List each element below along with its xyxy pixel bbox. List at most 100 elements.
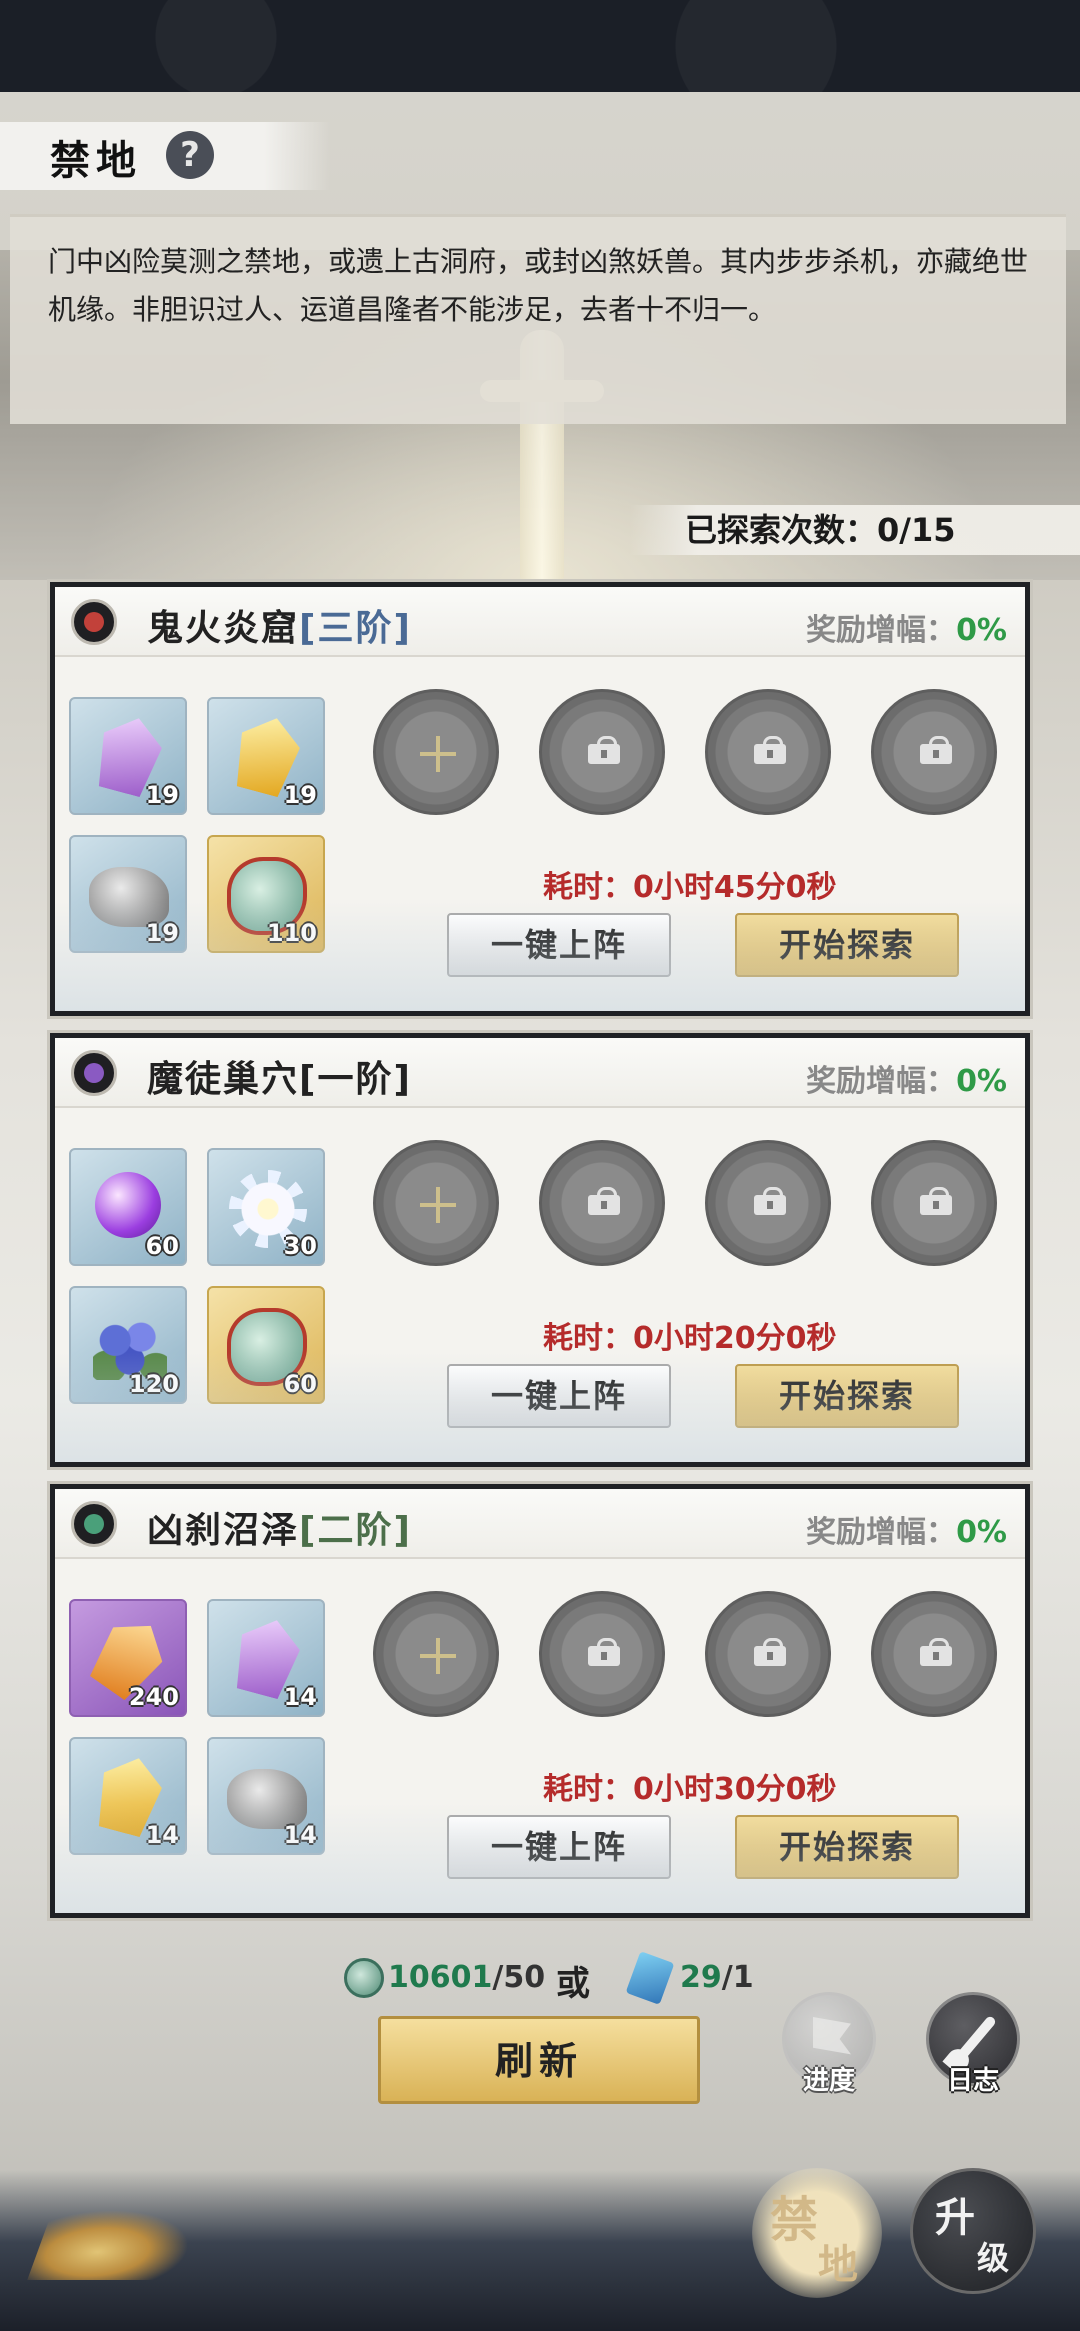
jade-pendant-icon[interactable]: 110 — [207, 835, 325, 953]
reward-count: 30 — [283, 1232, 317, 1260]
bonus-label: 奖励增幅： — [806, 1064, 957, 1099]
token-need: /1 — [721, 1960, 754, 1995]
description-text: 门中凶险莫测之禁地，或遗上古洞府，或封凶煞妖兽。其内步步杀机，亦藏绝世机缘。非胆… — [48, 245, 1029, 326]
tab-char: 级 — [977, 2239, 1010, 2277]
stone-ore-icon[interactable]: 14 — [207, 1737, 325, 1855]
progress-label: 进度 — [802, 2066, 855, 2096]
hero-slots — [373, 1591, 1013, 1721]
dungeon-name: 凶刹沼泽[二阶] — [147, 1501, 412, 1553]
token-have: 29 — [680, 1960, 722, 1995]
purple-orb-icon[interactable]: 60 — [69, 1148, 187, 1266]
purple-crystal-icon[interactable]: 19 — [69, 697, 187, 815]
hero-slots — [373, 689, 1013, 819]
forbidden-land-tab[interactable]: 禁 地 — [752, 2168, 882, 2298]
upgrade-tab[interactable]: 升 级 — [910, 2168, 1036, 2294]
reward-count: 240 — [128, 1683, 179, 1711]
add-slot[interactable] — [373, 1140, 499, 1266]
jade-have: 10601 — [388, 1960, 493, 1995]
purple-crystal-icon[interactable]: 14 — [207, 1599, 325, 1717]
lock-icon — [920, 1187, 952, 1215]
tab-char: 升 — [935, 2195, 975, 2241]
refresh-button[interactable]: 刷新 — [378, 2016, 700, 2104]
locked-slot[interactable] — [705, 1140, 831, 1266]
fire-crystal-icon[interactable]: 14 — [69, 1737, 187, 1855]
locked-slot[interactable] — [539, 689, 665, 815]
amber-crystal-icon[interactable]: 240 — [69, 1599, 187, 1717]
top-status-bar — [0, 0, 1080, 92]
jade-need: /50 — [492, 1960, 546, 1995]
locked-slot[interactable] — [871, 1591, 997, 1717]
locked-slot[interactable] — [705, 1591, 831, 1717]
reward-count: 120 — [128, 1370, 179, 1398]
explored-count: 已探索次数：0/15 — [630, 505, 1080, 555]
flag-icon — [813, 2017, 851, 2055]
dungeon-tier: [三阶] — [299, 608, 412, 649]
demon-emblem-icon — [71, 1050, 117, 1096]
auto-deploy-button[interactable]: 一键上阵 — [447, 1364, 671, 1428]
start-explore-button[interactable]: 开始探索 — [735, 1815, 959, 1879]
start-explore-button[interactable]: 开始探索 — [735, 913, 959, 977]
locked-slot[interactable] — [871, 1140, 997, 1266]
token-cost: 29/1 — [680, 1960, 754, 1995]
tab-char: 地 — [818, 2242, 858, 2288]
dungeon-card-1: 鬼火炎窟[三阶] 奖励增幅：0% 19 19 19 110 耗时：0小时45分0… — [47, 579, 1033, 1019]
card-header: 魔徒巢穴[一阶] 奖励增幅：0% — [55, 1038, 1025, 1108]
dungeon-name-text: 魔徒巢穴 — [147, 1059, 300, 1100]
lock-icon — [920, 1638, 952, 1666]
or-text: 或 — [556, 1964, 590, 2004]
reward-bonus: 奖励增幅：0% — [806, 1507, 1007, 1551]
duration-text: 耗时：0小时30分0秒 — [543, 1772, 837, 1807]
jade-cost: 10601/50 — [388, 1960, 545, 1995]
locked-slot[interactable] — [539, 1591, 665, 1717]
card-header: 鬼火炎窟[三阶] 奖励增幅：0% — [55, 587, 1025, 657]
plus-icon — [420, 1187, 456, 1223]
locked-slot[interactable] — [871, 689, 997, 815]
question-icon[interactable]: ? — [166, 131, 214, 179]
bonus-value: 0% — [956, 1064, 1007, 1099]
dungeon-card-2: 魔徒巢穴[一阶] 奖励增幅：0% 60 30 120 60 耗时：0小时20分0… — [47, 1030, 1033, 1470]
reward-count: 60 — [145, 1232, 179, 1260]
start-explore-button[interactable]: 开始探索 — [735, 1364, 959, 1428]
locked-slot[interactable] — [539, 1140, 665, 1266]
jade-coin-icon — [344, 1958, 384, 1998]
auto-deploy-button[interactable]: 一键上阵 — [447, 913, 671, 977]
golden-cloud-logo — [27, 2210, 203, 2280]
jade-pendant-icon[interactable]: 60 — [207, 1286, 325, 1404]
add-slot[interactable] — [373, 689, 499, 815]
duration-text: 耗时：0小时45分0秒 — [543, 870, 837, 905]
bonus-label: 奖励增幅： — [806, 1515, 957, 1550]
lock-icon — [754, 1638, 786, 1666]
reward-count: 14 — [283, 1683, 317, 1711]
fire-emblem-icon — [71, 599, 117, 645]
dungeon-name-text: 鬼火炎窟 — [147, 608, 300, 649]
dungeon-name-text: 凶刹沼泽 — [147, 1510, 300, 1551]
plus-icon — [420, 736, 456, 772]
hero-slots — [373, 1140, 1013, 1270]
plus-icon — [420, 1638, 456, 1674]
card-header: 凶刹沼泽[二阶] 奖励增幅：0% — [55, 1489, 1025, 1559]
log-label: 日志 — [946, 2066, 999, 2096]
blue-berries-icon[interactable]: 120 — [69, 1286, 187, 1404]
auto-deploy-button[interactable]: 一键上阵 — [447, 1815, 671, 1879]
refresh-cost: 10601/50 或 29/1 — [340, 1948, 760, 2008]
dungeon-name: 鬼火炎窟[三阶] — [147, 599, 412, 651]
bonus-value: 0% — [956, 613, 1007, 648]
swamp-emblem-icon — [71, 1501, 117, 1547]
page-title: 禁地 — [50, 138, 142, 184]
reward-count: 19 — [283, 781, 317, 809]
tab-char: 禁 — [770, 2192, 819, 2248]
add-slot[interactable] — [373, 1591, 499, 1717]
reward-count: 60 — [283, 1370, 317, 1398]
white-flower-icon[interactable]: 30 — [207, 1148, 325, 1266]
stone-ore-icon[interactable]: 19 — [69, 835, 187, 953]
reward-grid: 240 14 14 14 — [69, 1599, 339, 1869]
reward-grid: 19 19 19 110 — [69, 697, 339, 967]
dungeon-name: 魔徒巢穴[一阶] — [147, 1050, 412, 1102]
locked-slot[interactable] — [705, 689, 831, 815]
fire-crystal-icon[interactable]: 19 — [207, 697, 325, 815]
lock-icon — [920, 736, 952, 764]
reward-count: 19 — [145, 919, 179, 947]
dungeon-card-3: 凶刹沼泽[二阶] 奖励增幅：0% 240 14 14 14 耗时：0小时30分0… — [47, 1481, 1033, 1921]
dungeon-tier: [二阶] — [299, 1510, 412, 1551]
bonus-label: 奖励增幅： — [806, 613, 957, 648]
